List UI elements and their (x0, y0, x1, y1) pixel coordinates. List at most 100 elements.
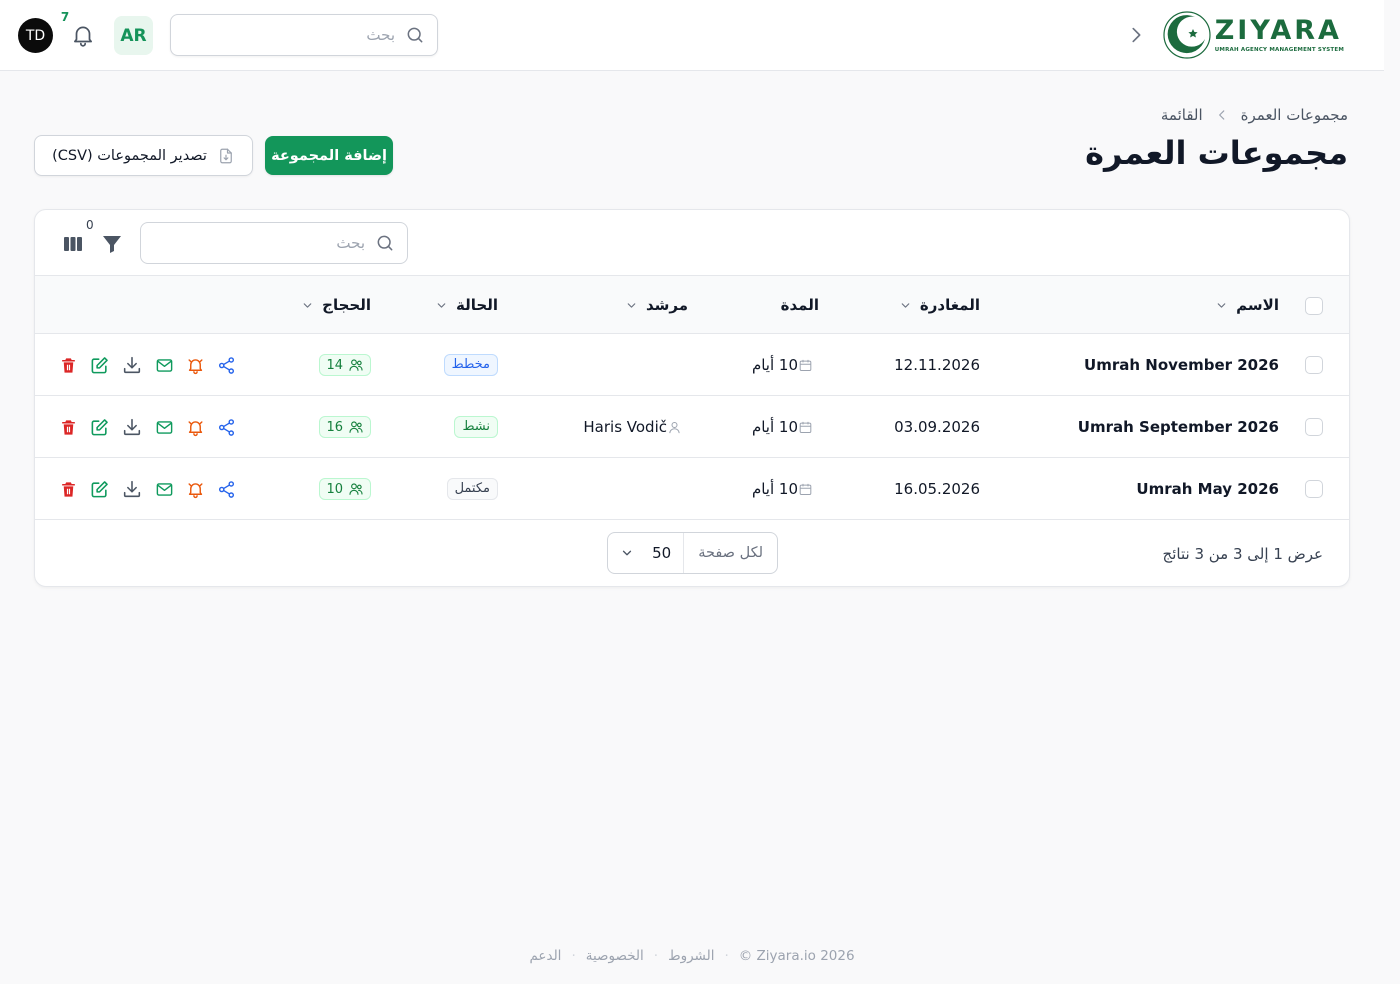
chevron-down-icon (622, 550, 632, 556)
user-avatar[interactable]: TD (18, 18, 53, 53)
column-header-duration: المدة (780, 296, 819, 314)
breadcrumb-current: القائمة (1160, 106, 1203, 124)
reminder-bell-icon[interactable] (186, 418, 205, 437)
pilgrims-count-badge: 10 (319, 478, 371, 500)
duration-value: 10 أيام (751, 356, 798, 374)
delete-icon[interactable] (59, 356, 78, 375)
duration-cell: 10 أيام (752, 334, 819, 396)
breadcrumb-chevron-icon (1218, 110, 1224, 120)
delete-icon[interactable] (59, 418, 78, 437)
duration-cell: 10 أيام (752, 396, 819, 458)
row-actions (59, 458, 236, 520)
chevron-down-icon (303, 302, 312, 308)
brand-name: ZIYARA (1214, 15, 1342, 46)
pilgrims-cell: 14 (319, 334, 371, 396)
pilgrims-cell: 10 (319, 458, 371, 520)
export-csv-button[interactable]: تصدير المجموعات (CSV) (34, 135, 253, 176)
table-header: الاسم المغادرة المدة مرشد الحالة الحجاج (35, 276, 1349, 334)
delete-icon[interactable] (59, 480, 78, 499)
row-actions (59, 396, 236, 458)
row-checkbox[interactable] (1305, 418, 1323, 436)
column-header-departure[interactable]: المغادرة (899, 276, 980, 334)
duration-value: 10 أيام (751, 418, 798, 436)
table-search[interactable] (140, 222, 408, 264)
departure-date: 03.09.2026 (894, 418, 980, 436)
filter-icon[interactable] (100, 232, 124, 256)
select-all-checkbox[interactable] (1305, 297, 1323, 315)
users-icon (349, 421, 363, 433)
table-row[interactable]: Umrah September 2026 03.09.2026 10 أيام … (35, 396, 1349, 458)
departure-date: 12.11.2026 (894, 356, 980, 374)
table-search-input[interactable] (153, 234, 365, 252)
reminder-bell-icon[interactable] (186, 356, 205, 375)
column-header-pilgrims[interactable]: الحجاج (301, 276, 371, 334)
edit-icon[interactable] (90, 356, 109, 375)
top-bar: ZIYARA UMRAH AGENCY MANAGEMENT SYSTEM AR… (0, 0, 1384, 71)
terms-link[interactable]: الشروط (668, 948, 714, 964)
share-icon[interactable] (217, 480, 236, 499)
export-csv-label: تصدير المجموعات (CSV) (52, 147, 207, 164)
header-search-input[interactable] (183, 26, 395, 44)
crescent-logo-icon (1163, 11, 1211, 59)
row-actions (59, 334, 236, 396)
download-icon[interactable] (121, 354, 143, 376)
status-badge: مكتمل (446, 478, 498, 500)
share-icon[interactable] (217, 418, 236, 437)
mail-icon[interactable] (155, 356, 174, 375)
per-page-select[interactable]: لكل صفحة 50 (607, 532, 778, 574)
header-search[interactable] (170, 14, 438, 56)
download-icon[interactable] (121, 478, 143, 500)
breadcrumb-parent-link[interactable]: مجموعات العمرة (1241, 106, 1348, 124)
notifications-bell-icon[interactable] (70, 22, 96, 48)
chevron-down-icon (437, 302, 446, 308)
row-checkbox[interactable] (1305, 480, 1323, 498)
table-pagination: عرض 1 إلى 3 من 3 نتائج لكل صفحة 50 (35, 521, 1349, 587)
brand-area: ZIYARA UMRAH AGENCY MANAGEMENT SYSTEM (1125, 8, 1344, 62)
status-badge: مخطط (443, 354, 498, 376)
mail-icon[interactable] (155, 480, 174, 499)
users-icon (349, 483, 363, 495)
columns-icon[interactable] (61, 232, 85, 256)
users-icon (349, 359, 363, 371)
share-icon[interactable] (217, 356, 236, 375)
group-name[interactable]: Umrah May 2026 (1136, 458, 1279, 520)
duration-value: 10 أيام (751, 480, 798, 498)
edit-icon[interactable] (90, 480, 109, 499)
file-download-icon (220, 148, 232, 163)
table-row[interactable]: Umrah May 2026 16.05.2026 10 أيام مكتمل … (35, 458, 1349, 520)
column-header-name[interactable]: الاسم (1215, 276, 1279, 334)
pilgrims-count-badge: 16 (319, 416, 371, 438)
edit-icon[interactable] (90, 418, 109, 437)
column-header-status[interactable]: الحالة (435, 276, 498, 334)
row-checkbox[interactable] (1305, 356, 1323, 374)
chevron-down-icon (901, 302, 910, 308)
privacy-link[interactable]: الخصوصية (586, 948, 644, 964)
per-page-value[interactable]: 50 (608, 533, 683, 573)
departure-date: 16.05.2026 (894, 480, 980, 498)
mail-icon[interactable] (155, 418, 174, 437)
search-icon (377, 235, 393, 251)
column-header-guide[interactable]: مرشد (625, 276, 688, 334)
group-name[interactable]: Umrah November 2026 (1084, 334, 1279, 396)
chevron-right-icon[interactable] (1125, 24, 1147, 46)
chevron-down-icon (1217, 302, 1226, 308)
group-name[interactable]: Umrah September 2026 (1078, 396, 1279, 458)
support-link[interactable]: الدعم (529, 948, 561, 964)
page-title: مجموعات العمرة (1085, 134, 1348, 172)
per-page-label: لكل صفحة (683, 533, 777, 573)
download-icon[interactable] (121, 416, 143, 438)
duration-cell: 10 أيام (752, 458, 819, 520)
ziyara-logo[interactable]: ZIYARA UMRAH AGENCY MANAGEMENT SYSTEM (1161, 9, 1344, 61)
table-row[interactable]: Umrah November 2026 12.11.2026 10 أيام م… (35, 334, 1349, 396)
calendar-icon (799, 483, 812, 495)
table-toolbar: 0 (35, 210, 1349, 276)
search-icon (407, 27, 423, 43)
status-cell: مخطط (443, 334, 498, 396)
guide-cell: Haris Vodič (583, 396, 688, 458)
user-icon (669, 421, 680, 433)
language-switcher[interactable]: AR (114, 16, 153, 55)
calendar-icon (799, 421, 812, 433)
add-group-button[interactable]: إضافة المجموعة (265, 136, 393, 175)
reminder-bell-icon[interactable] (186, 480, 205, 499)
guide-name: Haris Vodič (583, 418, 667, 436)
